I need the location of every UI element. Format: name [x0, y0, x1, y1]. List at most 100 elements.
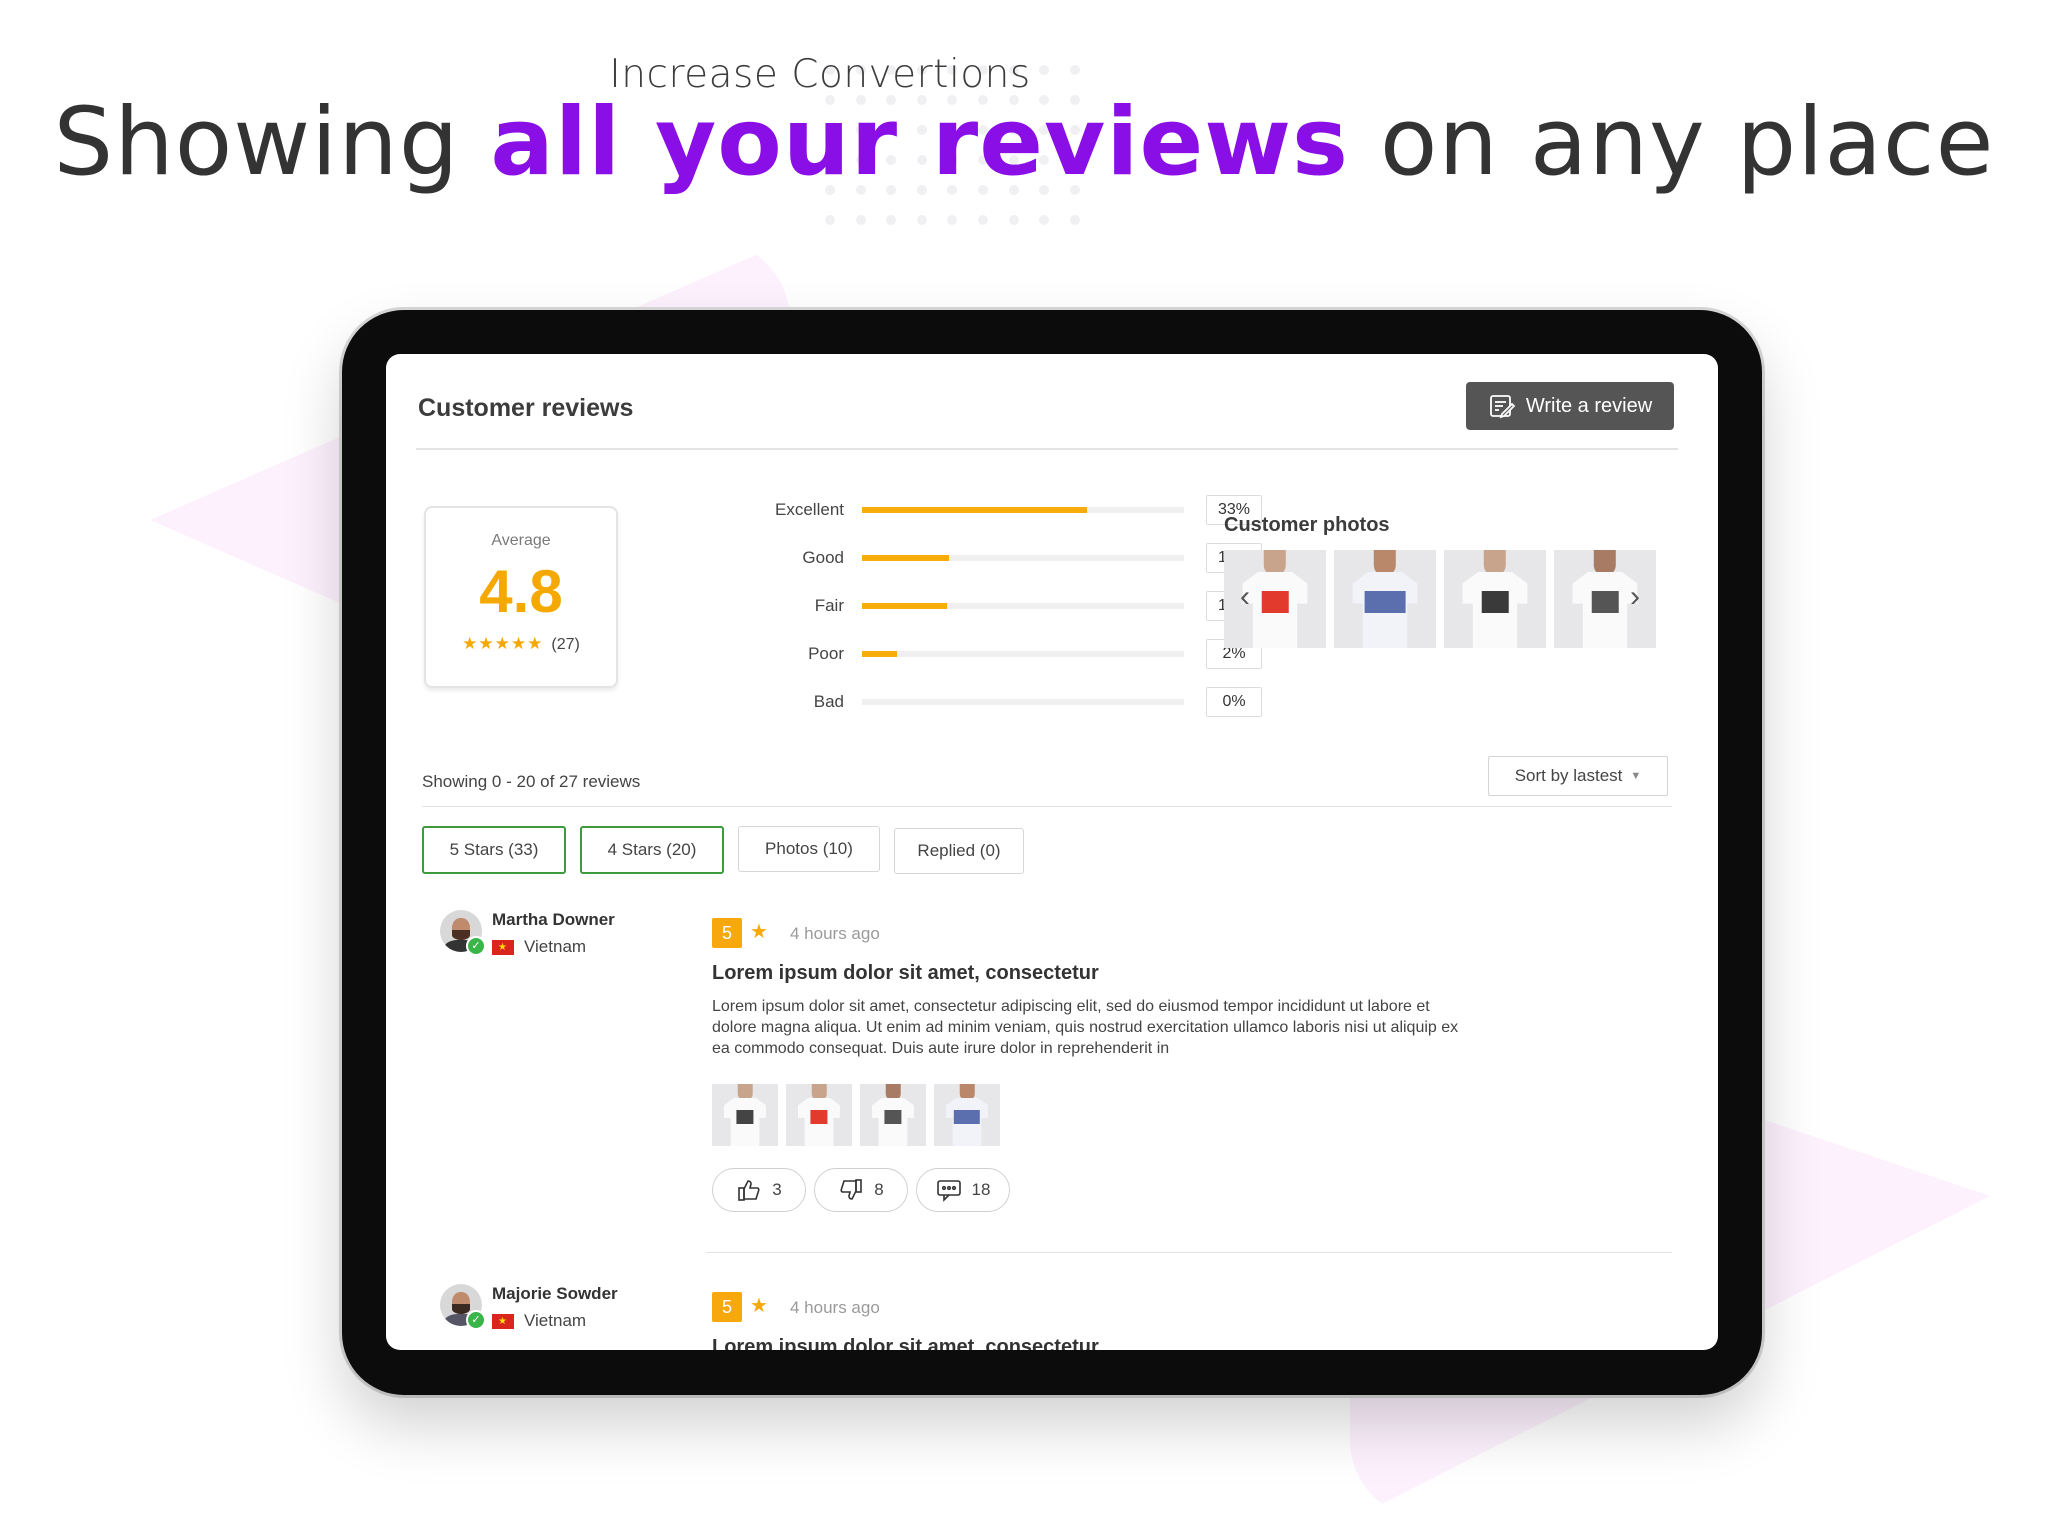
filter-label: 5 Stars (33): [449, 840, 539, 859]
headline-accent: all your reviews: [490, 88, 1350, 197]
country-label: Vietnam: [524, 1311, 587, 1330]
review-photo[interactable]: [934, 1084, 1000, 1146]
review-photo[interactable]: [712, 1084, 778, 1146]
decorative-dot: [825, 215, 836, 225]
review-photo[interactable]: [786, 1084, 852, 1146]
headline-prefix: Showing: [53, 88, 491, 197]
filter-5-stars[interactable]: 5 Stars (33): [422, 826, 566, 874]
comment-count: 18: [971, 1180, 991, 1199]
write-review-label: Write a review: [1525, 394, 1653, 417]
average-label: Average: [491, 532, 551, 549]
shirt-print: [810, 1110, 828, 1124]
rating-bar: [862, 651, 1184, 657]
review-photo[interactable]: [860, 1084, 926, 1146]
edit-note-icon: [1489, 395, 1516, 419]
rating-bar-fill: [862, 651, 898, 657]
write-review-button[interactable]: Write a review: [1466, 382, 1674, 430]
vietnam-flag-icon: [492, 939, 514, 955]
country-label: Vietnam: [524, 937, 587, 956]
thumbs-up-icon: [738, 1180, 760, 1201]
tablet-frame: Customer reviews Write a review Average …: [342, 310, 1762, 1395]
filter-label: Photos (10): [765, 839, 853, 858]
shirt-print: [1591, 591, 1619, 613]
avatar-beard: [452, 930, 470, 940]
filter-label: Replied (0): [917, 841, 1001, 860]
decorative-dot: [978, 215, 989, 225]
model-head: [1373, 550, 1397, 575]
filter-label: 4 Stars (20): [607, 840, 697, 859]
shirt-print: [1364, 591, 1406, 613]
sort-dropdown[interactable]: Sort by lastest ▼: [1488, 756, 1668, 796]
rating-bar: [862, 507, 1184, 513]
decorative-dot: [855, 215, 866, 225]
decorative-dot: [947, 215, 958, 225]
review-title: Lorem ipsum dolor sit amet, consectetur: [712, 962, 1099, 984]
shirt-print: [1261, 591, 1289, 613]
customer-photo[interactable]: ‹: [1224, 550, 1326, 648]
decorative-dot: [1069, 215, 1080, 225]
marketing-headline: Showing all your reviews on any place: [0, 88, 2048, 197]
shirt-print: [1481, 591, 1509, 613]
rating-badge: 5: [712, 1292, 742, 1322]
decorative-dot: [916, 215, 927, 225]
model-head: [737, 1084, 753, 1100]
rating-bar: [862, 555, 1184, 561]
dislike-button[interactable]: 8: [814, 1168, 908, 1212]
average-stars: ★★★★★ (27): [426, 634, 616, 654]
sort-label: Sort by lastest: [1514, 766, 1623, 785]
header-divider: [416, 448, 1678, 450]
next-arrow-icon[interactable]: ›: [1630, 580, 1640, 614]
rating-bar: [862, 699, 1184, 705]
model-head: [959, 1084, 975, 1100]
review-count: (27): [551, 636, 580, 653]
model-head: [811, 1084, 827, 1100]
review-divider: [706, 1252, 1672, 1253]
shirt-print: [953, 1110, 981, 1124]
average-rating-card: Average 4.8 ★★★★★ (27): [424, 506, 618, 688]
rating-bar-fill: [862, 603, 948, 609]
reviewer-country: Vietnam: [492, 937, 586, 957]
tablet-screen: Customer reviews Write a review Average …: [386, 354, 1718, 1350]
rating-bar: [862, 603, 1184, 609]
decorative-dot: [886, 215, 897, 225]
like-button[interactable]: 3: [712, 1168, 806, 1212]
rating-row-label: Poor: [808, 644, 844, 663]
verified-check-icon: ✓: [466, 1310, 486, 1330]
model-head: [1593, 550, 1617, 575]
thumbs-down-icon: [840, 1179, 863, 1200]
headline-suffix: on any place: [1349, 88, 1995, 197]
review-title: Lorem ipsum dolor sit amet, consectetur: [712, 1336, 1099, 1350]
decorative-dot: [1008, 215, 1019, 225]
model-head: [1263, 550, 1287, 575]
prev-arrow-icon[interactable]: ‹: [1240, 580, 1250, 614]
filter-4-stars[interactable]: 4 Stars (20): [580, 826, 724, 874]
star-icon: ★: [750, 1295, 768, 1317]
customer-photo[interactable]: ›: [1554, 550, 1656, 648]
showing-count: Showing 0 - 20 of 27 reviews: [422, 772, 641, 791]
customer-photo[interactable]: [1334, 550, 1436, 648]
customer-photo[interactable]: [1444, 550, 1546, 648]
review-time: 4 hours ago: [790, 1298, 880, 1317]
avatar-beard: [452, 1304, 470, 1314]
caret-down-icon: ▼: [1630, 770, 1642, 782]
customer-photos-title: Customer photos: [1224, 514, 1390, 536]
rating-row-bad[interactable]: Bad 0%: [616, 686, 1356, 718]
reviewer-name: Martha Downer: [492, 910, 615, 929]
rating-row-label: Good: [802, 548, 844, 567]
customer-photo-strip: ‹ ›: [1224, 550, 1656, 648]
shirt-print: [884, 1110, 902, 1124]
rating-bar-fill: [862, 555, 949, 561]
like-count: 3: [772, 1180, 782, 1199]
rating-row-label: Bad: [813, 692, 844, 711]
filter-replied[interactable]: Replied (0): [894, 828, 1024, 874]
star-icon: ★: [750, 921, 768, 943]
comment-button[interactable]: 18: [916, 1168, 1010, 1212]
review-body: Lorem ipsum dolor sit amet, consectetur …: [712, 998, 1459, 1057]
page-title: Customer reviews: [418, 394, 634, 422]
filter-photos[interactable]: Photos (10): [738, 826, 880, 872]
review-photos: [712, 1084, 1000, 1146]
reviewer-name: Majorie Sowder: [492, 1284, 618, 1303]
vietnam-flag-icon: [492, 1313, 514, 1329]
verified-check-icon: ✓: [466, 936, 486, 956]
average-value: 4.8: [479, 558, 563, 625]
